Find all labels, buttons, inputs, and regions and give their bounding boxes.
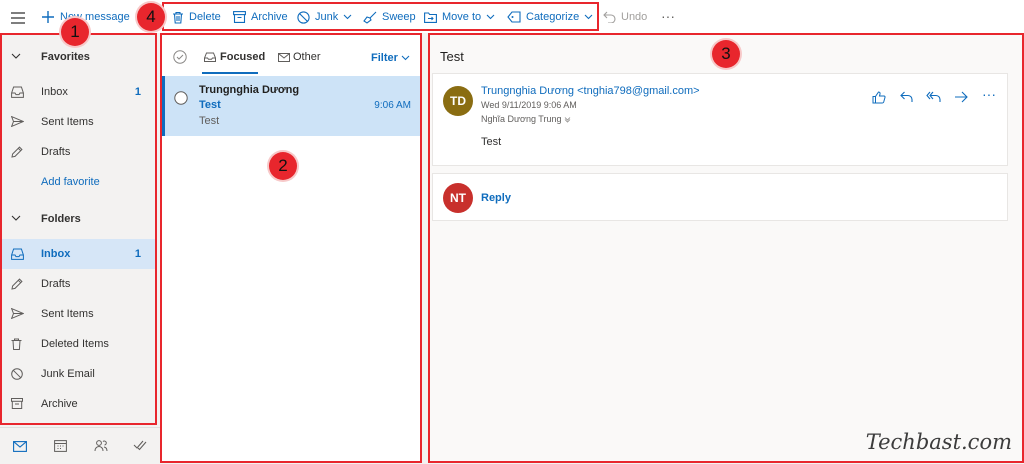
inbox-icon [11,86,24,98]
favorite-item-inbox[interactable]: Inbox 1 [0,77,157,107]
blocked-icon [11,368,23,380]
like-icon[interactable] [872,91,886,104]
calendar-icon[interactable] [54,439,67,452]
sender-address[interactable]: Trungnghia Dương <tnghia798@gmail.com> [481,85,700,97]
reply-card[interactable]: NT Reply [432,173,1008,221]
chevron-down-icon [11,53,21,59]
message-item[interactable]: Trungnghia Dương Test 9:06 AM Test [162,76,420,136]
reply-icon[interactable] [900,91,913,103]
sent-icon [11,308,24,319]
folder-item-deleted[interactable]: Deleted Items [0,329,157,359]
tab-focused-underline [202,72,258,74]
folder-item-junk[interactable]: Junk Email [0,359,157,389]
delete-label: Delete [189,11,221,23]
message-list: Focused Other Filter Trungnghia Dương Te… [162,35,422,463]
archive-icon [233,11,246,23]
pencil-icon [11,146,23,158]
favorite-item-drafts[interactable]: Drafts [0,137,157,167]
message-preview: Test [199,115,220,127]
move-to-label: Move to [442,11,482,23]
reading-subject: Test [440,49,464,64]
more-options-icon[interactable]: ··· [661,7,675,25]
callout-badge-1: 1 [61,18,89,46]
chevron-down-icon [584,14,593,20]
delete-button[interactable]: Delete [172,8,221,26]
move-to-button[interactable]: Move to [424,8,495,26]
chevron-down-icon [401,55,410,61]
reply-all-icon[interactable] [926,91,941,103]
undo-button[interactable]: Undo [603,8,647,26]
broom-icon [363,11,377,24]
callout-badge-2: 2 [269,152,297,180]
avatar[interactable]: TD [443,86,473,116]
blocked-icon [297,10,310,24]
folder-item-inbox[interactable]: Inbox 1 [0,239,157,269]
message-card: TD Trungnghia Dương <tnghia798@gmail.com… [432,73,1008,166]
trash-icon [173,11,183,24]
sweep-label: Sweep [382,11,416,23]
mail-icon [278,52,290,62]
people-icon[interactable] [94,438,108,452]
favorites-header[interactable]: Favorites [0,42,157,72]
chevron-down-icon [565,116,571,123]
categorize-button[interactable]: Categorize [507,8,593,26]
tab-other[interactable]: Other [278,51,321,63]
chevron-down-icon [11,215,21,221]
archive-label: Archive [251,11,288,23]
add-favorite-link[interactable]: Add favorite [0,167,157,197]
chevron-down-icon [343,14,352,20]
message-subject: Test [199,99,221,111]
inbox-icon [204,52,216,62]
junk-button[interactable]: Junk [297,8,352,26]
message-sender: Trungnghia Dương [199,84,300,96]
sent-icon [11,116,24,127]
recipient[interactable]: Nghĩa Dương Trung [481,114,571,124]
select-all-checkbox[interactable] [173,50,187,64]
trash-icon [11,338,22,350]
inbox-icon [11,248,24,260]
undo-icon [603,11,616,23]
archive-button[interactable]: Archive [233,8,288,26]
message-body: Test [481,136,502,148]
folder-move-icon [424,11,437,23]
sweep-button[interactable]: Sweep [363,8,416,26]
callout-badge-3: 3 [712,40,740,68]
categorize-label: Categorize [526,11,580,23]
avatar: NT [443,183,473,213]
forward-icon[interactable] [954,91,968,103]
favorite-item-sent[interactable]: Sent Items [0,107,157,137]
undo-label: Undo [621,11,648,23]
navigation-pane: Favorites Inbox 1 Sent Items Drafts Add … [0,33,160,464]
hamburger-menu-icon[interactable] [10,9,26,27]
junk-label: Junk [315,11,339,23]
watermark: Techbast.com [865,430,1012,454]
tasks-icon[interactable] [133,439,147,451]
unread-count: 1 [134,86,141,98]
message-time: 9:06 AM [374,100,411,111]
tab-focused[interactable]: Focused [204,51,265,63]
folders-header[interactable]: Folders [0,204,157,234]
callout-badge-4: 4 [137,3,165,31]
archive-icon [11,398,23,409]
folder-item-drafts[interactable]: Drafts [0,269,157,299]
tag-icon [507,11,521,23]
pencil-icon [11,278,23,290]
mail-icon[interactable] [13,441,27,452]
unread-count: 1 [134,248,141,260]
message-date: Wed 9/11/2019 9:06 AM [481,100,577,110]
module-switcher [0,427,160,464]
folder-item-archive[interactable]: Archive [0,389,157,419]
folder-item-sent[interactable]: Sent Items [0,299,157,329]
reading-pane: Test TD Trungnghia Dương <tnghia798@gmai… [430,35,1023,463]
filter-button[interactable]: Filter [371,52,410,64]
plus-icon [42,11,54,23]
chevron-down-icon [486,14,495,20]
message-select-radio[interactable] [174,91,188,105]
reply-link[interactable]: Reply [481,192,511,204]
more-actions-icon[interactable]: ··· [982,86,996,102]
